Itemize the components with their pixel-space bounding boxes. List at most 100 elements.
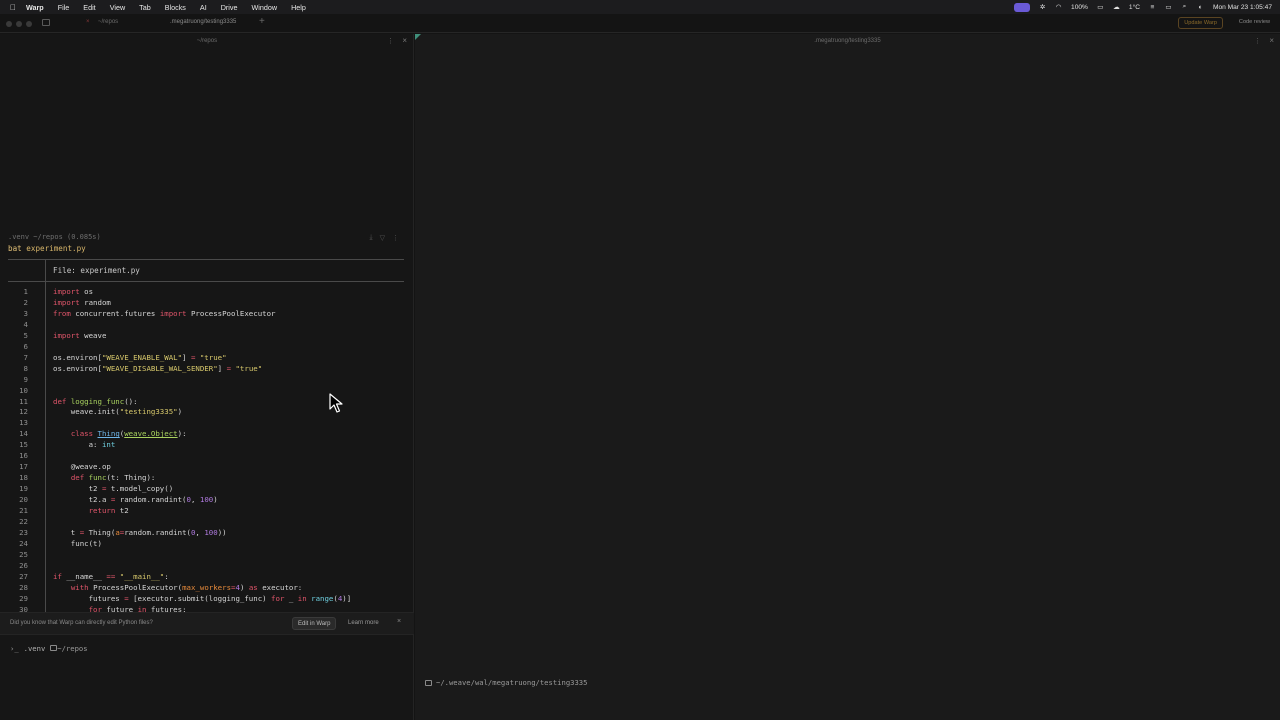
download-icon[interactable]: ⤓ [370, 234, 373, 242]
kebab-menu-icon[interactable]: ⋮ [1254, 37, 1261, 45]
code-line: t2 = t.model_copy() [53, 484, 174, 494]
line-number: 10 [19, 385, 28, 395]
line-number: 6 [23, 341, 28, 351]
command-name: bat [8, 244, 22, 253]
weather-icon[interactable]: ☁ [1113, 3, 1120, 11]
code-line: a: int [53, 440, 116, 450]
venv-label: .venv [23, 644, 46, 653]
kebab-menu-icon[interactable]: ⋮ [392, 234, 399, 242]
close-window-button[interactable] [6, 21, 12, 27]
tab-testing3335[interactable]: .megatruong/testing3335 [170, 19, 236, 25]
code-line: func(t) [53, 538, 102, 548]
sidebar-toggle-icon[interactable] [42, 19, 50, 26]
code-line: @weave.op [53, 462, 111, 472]
menu-blocks[interactable]: Blocks [165, 3, 186, 12]
file-label: File: experiment.py [53, 266, 140, 275]
tab-repos[interactable]: ~/repos [98, 19, 118, 25]
prompt-path: ~/repos [50, 644, 88, 653]
menu-bar-status-area: ✲ ◠ 100% ▭ ☁ 1°C ≡ ▭ ⌕ ◐ Mon Mar 23 1:05… [1014, 0, 1272, 14]
code-line: t2.a = random.randint(0, 100) [53, 495, 218, 505]
left-terminal-pane[interactable]: ~/repos ⋮ × .venv ~/repos (0.085s) bat e… [0, 34, 414, 720]
line-number: 25 [19, 549, 28, 559]
code-line: with ProcessPoolExecutor(max_workers=4) … [70, 582, 303, 592]
line-number: 2 [23, 297, 28, 307]
divider [8, 259, 404, 260]
minimize-window-button[interactable] [16, 21, 22, 27]
prompt-input[interactable]: ›_ .venv ~/repos [10, 644, 88, 653]
screen-record-icon[interactable] [1014, 2, 1031, 12]
menu-view[interactable]: View [110, 3, 125, 12]
line-number: 12 [19, 407, 28, 417]
controls-icon[interactable]: ≡ [1149, 4, 1156, 11]
menu-warp[interactable]: Warp [26, 3, 44, 12]
tab-close-icon[interactable]: × [86, 19, 90, 25]
menu-window[interactable]: Window [251, 3, 277, 12]
pane-title: ~/repos [196, 38, 218, 44]
code-line: os.environ["WEAVE_DISABLE_WAL_SENDER"] =… [53, 363, 263, 373]
prompt-path: ~/.weave/wal/megatruong/testing3335 [436, 678, 588, 687]
menu-edit[interactable]: Edit [83, 3, 95, 12]
divider [45, 259, 46, 281]
update-warp-button[interactable]: Update Warp [1178, 17, 1223, 29]
edit-in-warp-button[interactable]: Edit in Warp [292, 617, 337, 630]
line-number: 4 [23, 319, 28, 329]
right-terminal-pane[interactable]: .megatruong/testing3335 ⋮ × ~/.weave/wal… [415, 34, 1280, 720]
folder-icon [425, 679, 432, 686]
line-number: 27 [19, 571, 28, 581]
display-icon[interactable]: ▭ [1165, 3, 1172, 11]
line-number: 28 [19, 582, 28, 592]
code-line: from concurrent.futures import ProcessPo… [53, 308, 276, 318]
warp-tab-bar: × ~/repos .megatruong/testing3335 + Upda… [0, 14, 1280, 33]
code-line: def func(t: Thing): [70, 473, 156, 483]
tip-banner: Did you know that Warp can directly edit… [0, 612, 414, 635]
menu-tab[interactable]: Tab [139, 3, 151, 12]
kebab-menu-icon[interactable]: ⋮ [387, 37, 394, 45]
line-number: 18 [19, 473, 28, 483]
line-number: 21 [19, 506, 28, 515]
code-line: class Thing(weave.Object): [70, 429, 187, 439]
code-line: import weave [53, 330, 107, 340]
battery-icon[interactable]: ▭ [1097, 3, 1104, 11]
block-command[interactable]: bat experiment.py [8, 244, 86, 253]
block-toolbar: ⤓ ▽ ⋮ [370, 234, 400, 242]
line-number: 15 [19, 440, 28, 450]
menu-drive[interactable]: Drive [221, 3, 238, 12]
line-number: 22 [19, 516, 28, 526]
control-center-icon[interactable]: ◐ [1197, 4, 1204, 11]
code-line: futures = [executor.submit(logging_func)… [53, 593, 352, 603]
line-number: 19 [19, 484, 28, 494]
close-icon[interactable]: × [402, 36, 407, 45]
clock[interactable]: Mon Mar 23 1:05:47 [1213, 4, 1272, 11]
prompt-input[interactable]: ~/.weave/wal/megatruong/testing3335 [425, 678, 587, 687]
menu-help[interactable]: Help [291, 3, 306, 12]
wifi-icon[interactable]: ◠ [1055, 3, 1062, 11]
line-number: 20 [19, 495, 28, 505]
apple-icon[interactable]:  [0, 3, 26, 12]
close-icon[interactable]: × [397, 618, 401, 625]
macos-menu-bar:  Warp File Edit View Tab Blocks AI Driv… [0, 0, 1280, 14]
line-number: 8 [23, 363, 28, 373]
line-number: 26 [19, 560, 28, 570]
search-icon[interactable]: ⌕ [1181, 3, 1188, 11]
bluetooth-icon[interactable]: ✲ [1039, 3, 1046, 11]
divider [45, 281, 46, 633]
tip-text: Did you know that Warp can directly edit… [10, 620, 153, 626]
menu-file[interactable]: File [58, 3, 70, 12]
line-number: 7 [23, 352, 28, 362]
line-number: 23 [19, 527, 28, 537]
learn-more-link[interactable]: Learn more [348, 620, 379, 626]
close-icon[interactable]: × [1269, 36, 1274, 45]
new-tab-icon[interactable]: + [259, 16, 265, 27]
prompt-chevron: ›_ [10, 644, 19, 653]
menu-ai[interactable]: AI [200, 3, 207, 12]
code-review-button[interactable]: Code review [1239, 19, 1270, 25]
zoom-window-button[interactable] [26, 21, 32, 27]
code-line: t = Thing(a=random.randint(0, 100)) [53, 527, 227, 537]
code-line: import random [53, 297, 111, 307]
filter-icon[interactable]: ▽ [380, 234, 385, 242]
command-arg: experiment.py [26, 244, 86, 253]
line-number: 9 [23, 374, 28, 384]
line-number: 1 [23, 287, 28, 296]
mouse-cursor-icon [329, 393, 343, 413]
code-line: weave.init("testing3335") [53, 407, 183, 417]
